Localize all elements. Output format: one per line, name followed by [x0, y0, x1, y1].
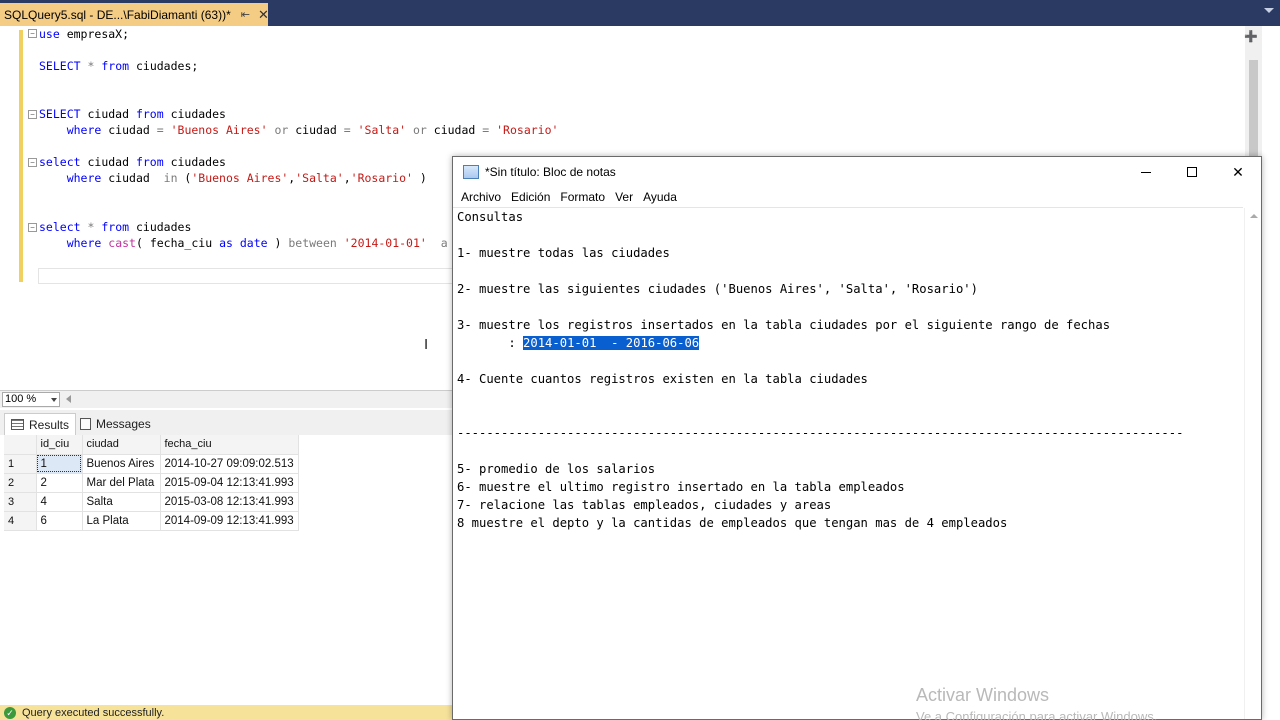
status-text: Query executed successfully.: [22, 706, 165, 719]
menu-edicion[interactable]: Edición: [511, 190, 550, 204]
maximize-button[interactable]: [1169, 157, 1215, 187]
cell-id[interactable]: 1: [36, 454, 83, 474]
zoom-value: 100 %: [5, 393, 37, 405]
text-line: 2- muestre las siguientes ciudades ('Bue…: [457, 282, 978, 296]
watermark-title: Activar Windows: [916, 685, 1050, 705]
code-line: select ciudad from ciudades: [39, 155, 226, 169]
cell-id[interactable]: 2: [36, 473, 83, 493]
change-tracking-bar: [19, 30, 23, 282]
fold-toggle-icon[interactable]: −: [28, 110, 37, 119]
close-button[interactable]: ✕: [1215, 157, 1261, 187]
row-number: 4: [4, 511, 37, 531]
notepad-app-icon: [463, 165, 479, 179]
close-icon: ✕: [1232, 163, 1244, 180]
zoom-bar: 100 %: [0, 390, 460, 408]
activate-windows-watermark: Activar Windows Ve a Configuración para …: [916, 685, 1157, 720]
cell-fecha[interactable]: 2015-03-08 12:13:41.993: [160, 492, 299, 512]
column-header[interactable]: ciudad: [82, 435, 161, 455]
cell-fecha[interactable]: 2015-09-04 12:13:41.993: [160, 473, 299, 493]
cell-ciudad[interactable]: Salta: [82, 492, 161, 512]
split-window-icon[interactable]: ➕: [1244, 30, 1258, 43]
success-check-icon: ✓: [4, 706, 16, 719]
notepad-menu-bar: Archivo Edición Formato Ver Ayuda: [453, 187, 1261, 207]
maximize-icon: [1187, 167, 1197, 177]
menu-ayuda[interactable]: Ayuda: [643, 190, 677, 204]
close-tab-icon[interactable]: ✕: [258, 7, 269, 23]
messages-icon: [80, 418, 91, 430]
chevron-down-icon: [51, 398, 57, 402]
grid-icon: [11, 419, 24, 430]
code-line: SELECT * from ciudades;: [39, 59, 199, 73]
tab-title: SQLQuery5.sql - DE...\FabiDiamanti (63))…: [4, 7, 231, 22]
table-row[interactable]: 1 1 Buenos Aires 2014-10-27 09:09:02.513: [4, 454, 299, 474]
text-cursor-icon: Ⅰ: [424, 336, 429, 352]
range-prefix: :: [457, 336, 524, 350]
column-header[interactable]: id_ciu: [36, 435, 83, 455]
cell-ciudad[interactable]: Buenos Aires: [82, 454, 161, 474]
tab-results[interactable]: Results: [4, 413, 77, 435]
current-line-highlight: [38, 268, 458, 284]
code-line: select * from ciudades: [39, 220, 192, 234]
document-tab-bar: SQLQuery5.sql - DE...\FabiDiamanti (63))…: [0, 0, 1280, 26]
zoom-select[interactable]: 100 %: [2, 392, 60, 407]
table-row[interactable]: 2 2 Mar del Plata 2015-09-04 12:13:41.99…: [4, 473, 299, 493]
fold-toggle-icon[interactable]: −: [28, 29, 37, 38]
cell-id[interactable]: 4: [36, 492, 83, 512]
row-number-header: [4, 435, 37, 455]
minimize-button[interactable]: [1123, 157, 1169, 187]
text-line: Consultas: [457, 210, 524, 224]
notepad-window[interactable]: *Sin título: Bloc de notas ✕ Archivo Edi…: [452, 156, 1262, 720]
tab-results-label: Results: [29, 417, 70, 432]
column-header[interactable]: fecha_ciu: [160, 435, 299, 455]
table-row[interactable]: 4 6 La Plata 2014-09-09 12:13:41.993: [4, 511, 299, 531]
notepad-vertical-scrollbar[interactable]: [1244, 208, 1261, 719]
row-number: 2: [4, 473, 37, 493]
results-grid[interactable]: id_ciu ciudad fecha_ciu 1 1 Buenos Aires…: [0, 435, 460, 705]
text-line: 7- relacione las tablas empleados, ciuda…: [457, 498, 832, 512]
table-row[interactable]: 3 4 Salta 2015-03-08 12:13:41.993: [4, 492, 299, 512]
scroll-left-icon[interactable]: [66, 395, 71, 403]
selected-text[interactable]: 2014-01-01 - 2016-06-06: [523, 336, 700, 350]
cell-ciudad[interactable]: Mar del Plata: [82, 473, 161, 493]
watermark-subtitle: Ve a Configuración para activar Windows.: [916, 709, 1158, 720]
pin-icon[interactable]: ⇤: [241, 8, 250, 21]
text-line: 4- Cuente cuantos registros existen en l…: [457, 372, 868, 386]
divider-line: ----------------------------------------…: [457, 426, 1184, 440]
text-line: 6- muestre el ultimo registro insertado …: [457, 480, 905, 494]
notepad-title-bar[interactable]: *Sin título: Bloc de notas ✕: [453, 157, 1261, 187]
text-line: 5- promedio de los salarios: [457, 462, 656, 476]
row-number: 1: [4, 454, 37, 474]
menu-archivo[interactable]: Archivo: [461, 190, 501, 204]
menu-ver[interactable]: Ver: [615, 190, 633, 204]
fold-toggle-icon[interactable]: −: [28, 158, 37, 167]
results-tab-strip: Results Messages: [0, 410, 460, 435]
text-line: 3- muestre los registros insertados en l…: [457, 318, 1111, 332]
code-line: where cast( fecha_ciu as date ) between …: [66, 236, 448, 250]
text-line-range: : 2014-01-01 - 2016-06-06: [457, 334, 700, 352]
text-line: 1- muestre todas las ciudades: [457, 246, 670, 260]
code-line: SELECT ciudad from ciudades: [39, 107, 226, 121]
scroll-up-icon[interactable]: [1250, 214, 1258, 218]
row-number: 3: [4, 492, 37, 512]
minimize-icon: [1141, 171, 1151, 173]
tab-messages[interactable]: Messages: [74, 413, 157, 435]
tab-list-dropdown-icon[interactable]: [1264, 8, 1274, 13]
query-status-bar: ✓ Query executed successfully.: [0, 705, 460, 720]
notepad-text-area[interactable]: Consultas 1- muestre todas las ciudades …: [453, 207, 1243, 719]
notepad-title: *Sin título: Bloc de notas: [485, 165, 616, 179]
cell-id[interactable]: 6: [36, 511, 83, 531]
tab-messages-label: Messages: [96, 417, 151, 431]
cell-fecha[interactable]: 2014-09-09 12:13:41.993: [160, 511, 299, 531]
cell-ciudad[interactable]: La Plata: [82, 511, 161, 531]
fold-toggle-icon[interactable]: −: [28, 223, 37, 232]
tab-sqlquery5[interactable]: SQLQuery5.sql - DE...\FabiDiamanti (63))…: [0, 3, 269, 26]
cell-fecha[interactable]: 2014-10-27 09:09:02.513: [160, 454, 299, 474]
code-line: where ciudad in ('Buenos Aires','Salta',…: [66, 171, 427, 185]
editor-margin: [0, 26, 20, 286]
code-line: use empresaX;: [39, 27, 130, 41]
menu-formato[interactable]: Formato: [560, 190, 605, 204]
grid-header-row: id_ciu ciudad fecha_ciu: [4, 435, 299, 455]
code-line: where ciudad = 'Buenos Aires' or ciudad …: [66, 123, 559, 137]
text-line: 8 muestre el depto y la cantidas de empl…: [457, 516, 1008, 530]
